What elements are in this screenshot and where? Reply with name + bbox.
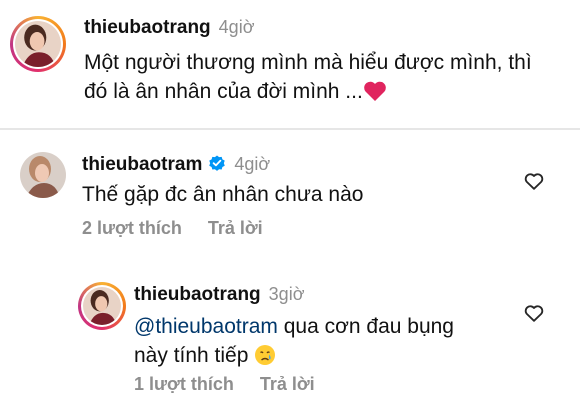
caption-timestamp: 4giờ bbox=[218, 17, 255, 37]
avatar-photo bbox=[20, 152, 66, 198]
comment-like-count[interactable]: 2 lượt thích bbox=[82, 218, 182, 239]
caption-line-1: Một người thương mình mà hiểu được mình,… bbox=[84, 51, 532, 74]
comment-reply-button[interactable]: Trả lời bbox=[208, 218, 263, 239]
reply-reply-button[interactable]: Trả lời bbox=[260, 374, 315, 395]
reply-like-count[interactable]: 1 lượt thích bbox=[134, 374, 234, 395]
caption-line-2: đó là ân nhân của đời mình ... bbox=[84, 77, 564, 110]
section-divider bbox=[0, 128, 580, 130]
avatar[interactable] bbox=[10, 16, 66, 72]
reply-line-1-text: qua cơn đau bụng bbox=[277, 315, 454, 338]
post-caption: thieubaotrang 4giờ Một người thương mình… bbox=[0, 0, 580, 128]
reply-line-2: này tính tiếp bbox=[134, 341, 514, 374]
caption-line-2-text: đó là ân nhân của đời mình ... bbox=[84, 80, 363, 103]
heart-outline-icon[interactable] bbox=[523, 302, 545, 324]
comment-text: Thế gặp đc ân nhân chưa nào bbox=[82, 183, 364, 206]
reply-line-1: @thieubaotram qua cơn đau bụng bbox=[134, 312, 514, 341]
verified-badge-icon bbox=[208, 154, 226, 172]
mention-link[interactable]: @thieubaotram bbox=[134, 315, 278, 338]
caption-username[interactable]: thieubaotrang bbox=[84, 17, 211, 39]
avatar-photo bbox=[15, 21, 61, 67]
red-heart-emoji bbox=[363, 80, 387, 110]
heart-outline-icon[interactable] bbox=[523, 170, 545, 192]
reply-timestamp: 3giờ bbox=[268, 284, 305, 304]
reply-text: @thieubaotram qua cơn đau bụng này tính … bbox=[134, 312, 514, 374]
comment-username[interactable]: thieubaotram bbox=[82, 154, 202, 176]
avatar-photo bbox=[83, 287, 121, 325]
reply-line-2-text: này tính tiếp bbox=[134, 344, 249, 367]
avatar[interactable] bbox=[78, 282, 126, 330]
crying-face-emoji bbox=[254, 344, 276, 374]
caption-text: Một người thương mình mà hiểu được mình,… bbox=[84, 48, 564, 110]
avatar[interactable] bbox=[20, 152, 66, 198]
comment-timestamp: 4giờ bbox=[234, 154, 271, 174]
reply-username[interactable]: thieubaotrang bbox=[134, 284, 261, 306]
